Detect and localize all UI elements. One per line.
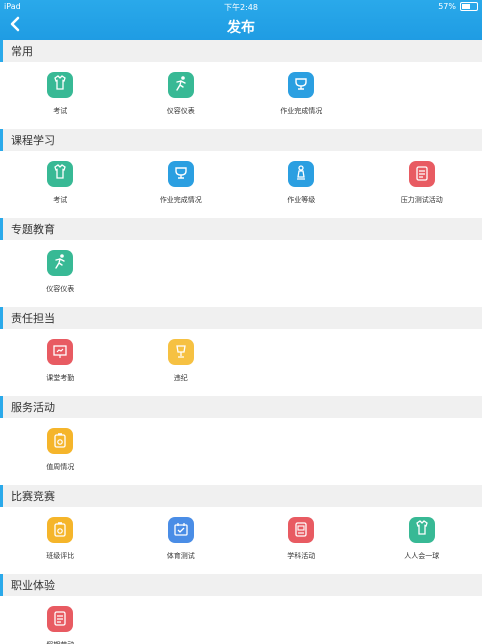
section-title: 常用 [11,45,33,58]
clipboard-icon [47,428,74,454]
menu-item-label: 压力测试活动 [400,196,443,204]
menu-item-label: 仪容仪表 [166,107,195,115]
trophy-icon [167,161,194,187]
runner-icon [167,72,194,98]
cup-icon [167,339,194,365]
section-header: 专题教育 [0,218,482,240]
menu-item-clipboard[interactable]: 班级评比 [0,507,121,574]
section-title: 课程学习 [11,134,55,147]
menu-item-label: 人人会一球 [404,552,440,560]
section-title: 责任担当 [11,312,55,325]
shirt-icon [47,72,74,98]
shirt-icon [408,517,435,543]
status-time: 下午2:48 [224,3,258,12]
menu-item-shirt[interactable]: 考试 [0,62,121,129]
publish-menu: 常用 考试 仪容仪表 作业完成情况 课程学习 考试 作业完成情况 作业等级 压力测试活动 专题教育… [0,40,482,644]
section-title: 服务活动 [11,401,55,414]
battery-icon [460,2,478,11]
section-grid: 课堂考勤 违纪 [0,329,482,396]
section-header: 课程学习 [0,129,482,151]
section-title: 职业体验 [11,579,55,592]
menu-item-chess[interactable]: 作业等级 [241,151,362,218]
document-icon [47,606,74,632]
section-header: 职业体验 [0,574,482,596]
status-bar: iPad 下午2:48 57% [0,0,482,13]
menu-item-document[interactable]: 假期劳动 [0,596,121,644]
presentation-icon [47,339,74,365]
chess-icon [288,161,315,187]
menu-item-clipboard[interactable]: 值周情况 [0,418,121,485]
section-header: 常用 [0,40,482,62]
menu-item-label: 考试 [53,196,68,204]
menu-item-label: 班级评比 [46,552,75,560]
section-grid: 仪容仪表 [0,240,482,307]
section-header: 比赛竞赛 [0,485,482,507]
menu-item-cup[interactable]: 违纪 [121,329,242,396]
menu-item-runner[interactable]: 仪容仪表 [0,240,121,307]
menu-item-runner[interactable]: 仪容仪表 [121,62,242,129]
menu-item-label: 违纪 [173,374,188,382]
page-title: 发布 [227,20,255,36]
menu-item-shirt[interactable]: 人人会一球 [362,507,482,574]
section-grid: 考试 仪容仪表 作业完成情况 [0,62,482,129]
menu-item-presentation[interactable]: 课堂考勤 [0,329,121,396]
clipboard-icon [47,517,74,543]
section-grid: 值周情况 [0,418,482,485]
menu-item-label: 课堂考勤 [46,374,75,382]
calendar-icon [167,517,194,543]
runner-icon [47,250,74,276]
document-icon [408,161,435,187]
battery-fill [462,4,470,9]
trophy-icon [288,72,315,98]
menu-item-label: 作业完成情况 [159,196,202,204]
menu-item-calendar[interactable]: 体育测试 [121,507,242,574]
menu-item-trophy[interactable]: 作业完成情况 [121,151,242,218]
battery-percent: 57% [438,2,456,11]
menu-item-label: 体育测试 [166,552,195,560]
menu-item-label: 值周情况 [46,463,75,471]
top-bar: iPad 下午2:48 57% 发布 [0,0,482,40]
section-header: 服务活动 [0,396,482,418]
menu-item-shirt[interactable]: 考试 [0,151,121,218]
menu-item-label: 假期劳动 [46,640,74,644]
section-title: 专题教育 [11,223,55,236]
section-grid: 假期劳动 [0,596,482,644]
form-icon [288,517,315,543]
section-title: 比赛竞赛 [11,490,55,503]
menu-item-trophy[interactable]: 作业完成情况 [241,62,362,129]
shirt-icon [47,161,74,187]
menu-item-form[interactable]: 学科活动 [241,507,362,574]
menu-item-label: 作业完成情况 [280,107,323,115]
menu-item-label: 学科活动 [287,552,316,560]
section-grid: 考试 作业完成情况 作业等级 压力测试活动 [0,151,482,218]
menu-item-label: 考试 [53,107,68,115]
menu-item-document[interactable]: 压力测试活动 [362,151,482,218]
section-header: 责任担当 [0,307,482,329]
menu-item-label: 作业等级 [287,196,316,204]
status-right: 57% [438,2,478,11]
section-grid: 班级评比 体育测试 学科活动 人人会一球 [0,507,482,574]
menu-item-label: 仪容仪表 [46,285,75,293]
